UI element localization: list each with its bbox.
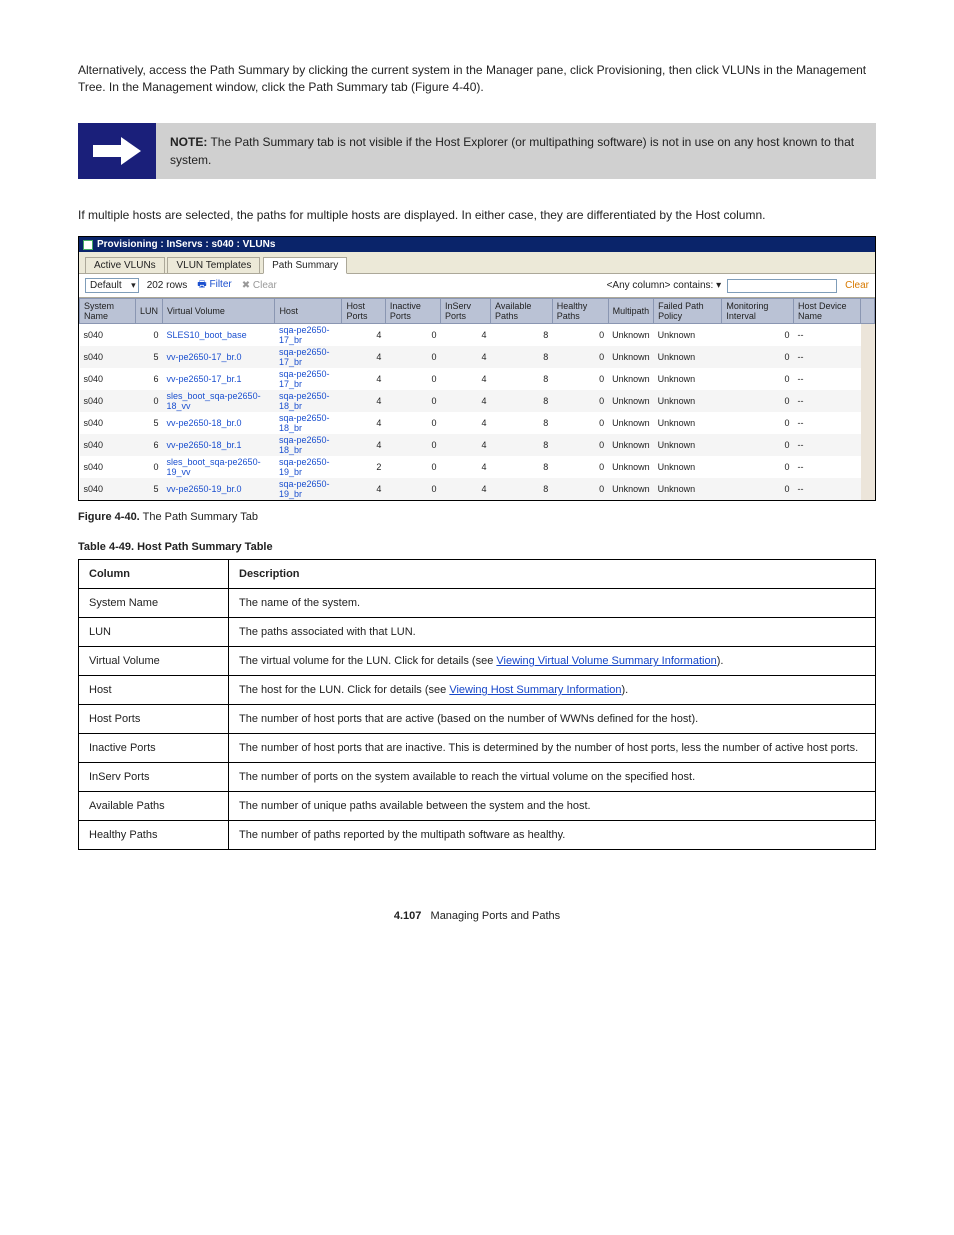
intro-text: Alternatively, access the Path Summary b… bbox=[78, 62, 876, 97]
figure-caption: Figure 4-40. The Path Summary Tab bbox=[78, 511, 876, 523]
col-failed-path-policy[interactable]: Failed Path Policy bbox=[654, 299, 722, 324]
table-row[interactable]: s0405vv-pe2650-19_br.0sqa-pe2650-19_br40… bbox=[80, 478, 875, 500]
arrow-right-icon bbox=[78, 123, 156, 179]
desc-row: HostThe host for the LUN. Click for deta… bbox=[79, 676, 876, 705]
table-caption: Table 4-49. Host Path Summary Table bbox=[78, 541, 876, 553]
table-row[interactable]: s0400sles_boot_sqa-pe2650-19_vvsqa-pe265… bbox=[80, 456, 875, 478]
tab-vlun-templates[interactable]: VLUN Templates bbox=[167, 257, 260, 273]
scrollbar-gutter[interactable] bbox=[861, 299, 875, 324]
search-column-select[interactable]: <Any column> contains: ▾ bbox=[607, 280, 722, 291]
note-block: NOTE: The Path Summary tab is not visibl… bbox=[78, 123, 876, 179]
col-inserv-ports[interactable]: InServ Ports bbox=[440, 299, 490, 324]
desc-row: Virtual VolumeThe virtual volume for the… bbox=[79, 647, 876, 676]
toolbar: Default 202 rows 🖶 Filter ✖ Clear <Any c… bbox=[79, 273, 875, 298]
col-available-paths[interactable]: Available Paths bbox=[491, 299, 553, 324]
col-host-ports[interactable]: Host Ports bbox=[342, 299, 385, 324]
description-table: Column Description System NameThe name o… bbox=[78, 559, 876, 850]
table-row[interactable]: s0400SLES10_boot_basesqa-pe2650-17_br404… bbox=[80, 324, 875, 347]
col-host[interactable]: Host bbox=[275, 299, 342, 324]
desc-row: InServ PortsThe number of ports on the s… bbox=[79, 763, 876, 792]
path-summary-screenshot: Provisioning : InServs : s040 : VLUNs Ac… bbox=[78, 236, 876, 501]
note-title: NOTE: bbox=[170, 135, 207, 149]
xref-link[interactable]: Viewing Host Summary Information bbox=[449, 684, 621, 696]
col-host-device-name[interactable]: Host Device Name bbox=[793, 299, 860, 324]
table-row[interactable]: s0406vv-pe2650-17_br.1sqa-pe2650-17_br40… bbox=[80, 368, 875, 390]
col-virtual-volume[interactable]: Virtual Volume bbox=[163, 299, 275, 324]
col-multipath[interactable]: Multipath bbox=[608, 299, 654, 324]
col-lun[interactable]: LUN bbox=[135, 299, 162, 324]
col-healthy-paths[interactable]: Healthy Paths bbox=[552, 299, 608, 324]
path-summary-grid: System Name LUN Virtual Volume Host Host… bbox=[79, 298, 875, 500]
filter-button[interactable]: 🖶 Filter bbox=[197, 277, 231, 294]
note-body-text: The Path Summary tab is not visible if t… bbox=[170, 135, 854, 167]
desc-row: Inactive PortsThe number of host ports t… bbox=[79, 734, 876, 763]
after-note-text: If multiple hosts are selected, the path… bbox=[78, 207, 876, 224]
desc-row: LUNThe paths associated with that LUN. bbox=[79, 618, 876, 647]
col-system-name[interactable]: System Name bbox=[80, 299, 136, 324]
table-row[interactable]: s0405vv-pe2650-18_br.0sqa-pe2650-18_br40… bbox=[80, 412, 875, 434]
window-title: Provisioning : InServs : s040 : VLUNs bbox=[97, 239, 275, 250]
xref-link[interactable]: Viewing Virtual Volume Summary Informati… bbox=[496, 655, 716, 667]
tab-path-summary[interactable]: Path Summary bbox=[263, 257, 347, 274]
desc-row: Available PathsThe number of unique path… bbox=[79, 792, 876, 821]
desc-header-description: Description bbox=[229, 560, 876, 589]
desc-row: Healthy PathsThe number of paths reporte… bbox=[79, 821, 876, 850]
clear-filter-disabled: ✖ Clear bbox=[242, 280, 277, 291]
window-title-bar: Provisioning : InServs : s040 : VLUNs bbox=[79, 237, 875, 252]
desc-row: Host PortsThe number of host ports that … bbox=[79, 705, 876, 734]
row-count: 202 rows bbox=[147, 280, 188, 291]
desc-header-column: Column bbox=[79, 560, 229, 589]
tab-bar: Active VLUNs VLUN Templates Path Summary bbox=[79, 252, 875, 273]
col-monitoring-interval[interactable]: Monitoring Interval bbox=[722, 299, 794, 324]
search-input[interactable] bbox=[727, 279, 837, 293]
col-inactive-ports[interactable]: Inactive Ports bbox=[385, 299, 440, 324]
layout-select[interactable]: Default bbox=[85, 278, 139, 293]
clear-search-button[interactable]: Clear bbox=[845, 280, 869, 291]
table-row[interactable]: s0400sles_boot_sqa-pe2650-18_vvsqa-pe265… bbox=[80, 390, 875, 412]
window-icon bbox=[83, 240, 93, 250]
page-footer: 4.107 Managing Ports and Paths bbox=[78, 910, 876, 922]
table-row[interactable]: s0406vv-pe2650-18_br.1sqa-pe2650-18_br40… bbox=[80, 434, 875, 456]
tab-active-vluns[interactable]: Active VLUNs bbox=[85, 257, 165, 273]
desc-row: System NameThe name of the system. bbox=[79, 589, 876, 618]
table-row[interactable]: s0405vv-pe2650-17_br.0sqa-pe2650-17_br40… bbox=[80, 346, 875, 368]
